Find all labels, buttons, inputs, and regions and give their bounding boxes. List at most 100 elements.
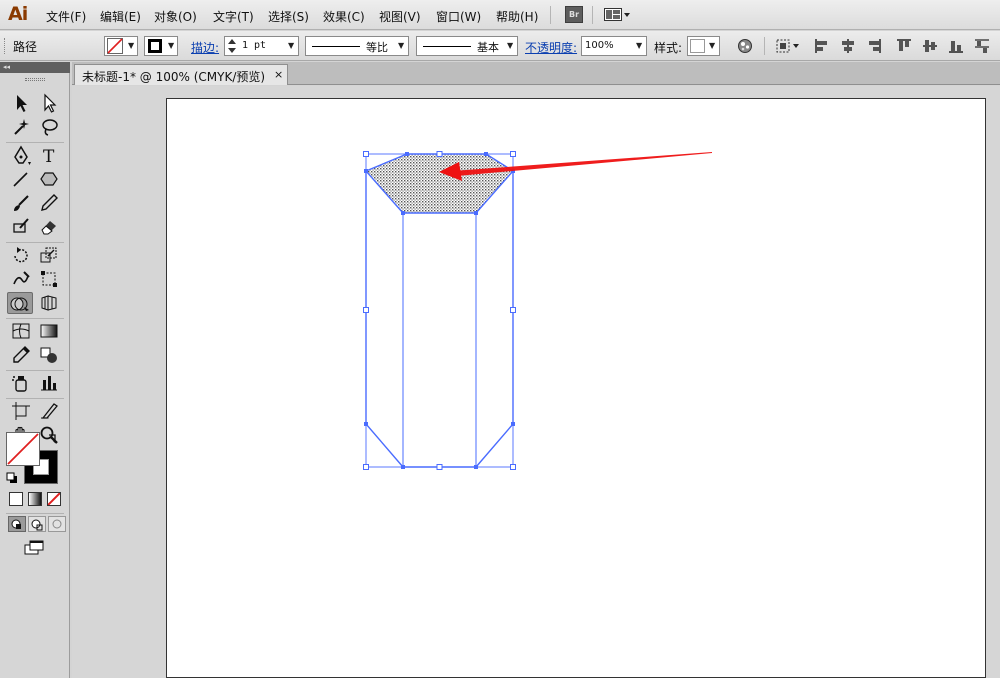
swap-fill-stroke-icon[interactable] bbox=[47, 432, 59, 444]
opacity-combo[interactable]: 100% ▼ bbox=[581, 36, 647, 56]
chevron-down-icon: ▼ bbox=[128, 41, 135, 50]
eyedropper-tool[interactable] bbox=[10, 344, 32, 366]
chevron-down-icon: ▼ bbox=[168, 41, 175, 50]
menu-effect[interactable]: 效果(C) bbox=[323, 8, 365, 25]
scale-tool[interactable] bbox=[38, 244, 60, 266]
opacity-panel-link[interactable]: 不透明度: bbox=[525, 39, 577, 56]
menu-view[interactable]: 视图(V) bbox=[379, 8, 421, 25]
stroke-panel-link[interactable]: 描边: bbox=[191, 39, 219, 56]
document-tab-title[interactable]: 未标题-1* @ 100% (CMYK/预览) bbox=[82, 68, 265, 85]
artwork[interactable] bbox=[167, 99, 985, 677]
fill-none-icon bbox=[7, 433, 39, 465]
menu-edit[interactable]: 编辑(E) bbox=[100, 8, 141, 25]
type-tool[interactable]: T bbox=[38, 144, 60, 166]
align-to-selection-icon[interactable] bbox=[775, 38, 801, 54]
stepper-icon[interactable] bbox=[226, 37, 238, 55]
fill-color-dropdown[interactable]: ▼ bbox=[104, 36, 138, 56]
stroke-weight-value[interactable]: 1 pt bbox=[242, 40, 266, 51]
paintbrush-tool[interactable] bbox=[10, 192, 32, 214]
menu-select[interactable]: 选择(S) bbox=[268, 8, 309, 25]
document-tab[interactable]: 未标题-1* @ 100% (CMYK/预览) × bbox=[74, 64, 288, 85]
line-segment-tool[interactable] bbox=[10, 168, 32, 190]
symbol-sprayer-tool[interactable] bbox=[10, 372, 32, 394]
selection-arrow-icon bbox=[17, 95, 27, 112]
align-bottom-icon[interactable] bbox=[948, 38, 964, 54]
opacity-value[interactable]: 100% bbox=[585, 40, 614, 51]
distribute-top-icon[interactable] bbox=[974, 38, 990, 54]
magic-wand-tool[interactable] bbox=[10, 116, 32, 138]
arrange-documents-icon bbox=[604, 8, 630, 21]
canvas-area[interactable] bbox=[72, 86, 1000, 678]
menu-help[interactable]: 帮助(H) bbox=[496, 8, 538, 25]
chevron-down-icon: ▼ bbox=[398, 41, 405, 50]
menu-object[interactable]: 对象(O) bbox=[154, 8, 197, 25]
direct-selection-tool[interactable] bbox=[38, 92, 60, 114]
fill-none-icon bbox=[107, 38, 123, 54]
draw-inside-icon bbox=[52, 519, 62, 529]
align-top-icon[interactable] bbox=[896, 38, 912, 54]
gradient-mode-button[interactable] bbox=[28, 492, 42, 506]
color-mode-button[interactable] bbox=[9, 492, 23, 506]
app-logo: Ai bbox=[8, 3, 28, 25]
align-vertical-center-icon[interactable] bbox=[922, 38, 938, 54]
brush-definition-dropdown[interactable]: 基本 ▼ bbox=[416, 36, 518, 56]
slice-tool[interactable] bbox=[38, 400, 60, 422]
lasso-tool[interactable] bbox=[38, 116, 60, 138]
column-graph-tool[interactable] bbox=[38, 372, 60, 394]
menu-window[interactable]: 窗口(W) bbox=[436, 8, 481, 25]
polygon-tool[interactable] bbox=[38, 168, 60, 190]
draw-behind-button[interactable] bbox=[28, 516, 46, 532]
perspective-grid-tool[interactable] bbox=[38, 292, 60, 314]
panel-grip[interactable] bbox=[4, 38, 7, 54]
document-tab-bar: 未标题-1* @ 100% (CMYK/预览) × bbox=[72, 62, 1000, 85]
align-right-icon[interactable] bbox=[866, 38, 882, 54]
tool-divider bbox=[6, 370, 64, 371]
graphic-style-dropdown[interactable]: ▼ bbox=[687, 36, 720, 56]
control-divider bbox=[764, 37, 765, 55]
blend-tool[interactable] bbox=[38, 344, 60, 366]
svg-text:T: T bbox=[43, 147, 55, 166]
menu-type[interactable]: 文字(T) bbox=[213, 8, 254, 25]
screen-mode-icon[interactable] bbox=[24, 540, 46, 556]
fill-swatch-front[interactable] bbox=[6, 432, 40, 466]
align-left-icon[interactable] bbox=[814, 38, 830, 54]
align-horizontal-center-icon[interactable] bbox=[840, 38, 856, 54]
close-icon[interactable]: × bbox=[274, 68, 283, 81]
pencil-tool[interactable] bbox=[38, 192, 60, 214]
brush-label: 基本 bbox=[477, 41, 499, 54]
selection-tool[interactable] bbox=[10, 92, 32, 114]
stroke-color-dropdown[interactable]: ▼ bbox=[144, 36, 178, 56]
width-profile-dropdown[interactable]: 等比 ▼ bbox=[305, 36, 409, 56]
free-transform-tool[interactable] bbox=[38, 268, 60, 290]
panel-grip[interactable] bbox=[25, 78, 45, 81]
scale-icon bbox=[40, 247, 57, 263]
menu-divider bbox=[550, 6, 551, 24]
gradient-icon bbox=[40, 324, 58, 338]
arrange-documents-button[interactable] bbox=[604, 8, 632, 22]
default-fill-stroke-icon[interactable] bbox=[6, 472, 18, 484]
blob-brush-tool[interactable] bbox=[10, 216, 32, 238]
hexagon-top-face[interactable] bbox=[364, 153, 515, 214]
pen-tool[interactable] bbox=[10, 144, 32, 166]
prism-outline[interactable] bbox=[365, 171, 514, 468]
bridge-button[interactable]: Br bbox=[565, 6, 583, 23]
mesh-tool[interactable] bbox=[10, 320, 32, 342]
shape-builder-icon bbox=[10, 297, 29, 311]
style-swatch bbox=[690, 39, 705, 53]
eraser-tool[interactable] bbox=[38, 216, 60, 238]
warp-tool[interactable] bbox=[10, 268, 32, 290]
draw-inside-button[interactable] bbox=[48, 516, 66, 532]
mesh-icon bbox=[12, 323, 30, 339]
artboard[interactable] bbox=[166, 98, 986, 678]
gradient-tool[interactable] bbox=[38, 320, 60, 342]
collapse-panel-button[interactable]: ◂◂ bbox=[0, 62, 70, 73]
stroke-weight-combo[interactable]: 1 pt ▼ bbox=[224, 36, 299, 56]
width-profile-label: 等比 bbox=[366, 41, 388, 54]
shape-builder-tool[interactable] bbox=[7, 292, 33, 314]
menu-file[interactable]: 文件(F) bbox=[46, 8, 86, 25]
rotate-tool[interactable] bbox=[10, 244, 32, 266]
recolor-artwork-icon[interactable] bbox=[737, 38, 753, 54]
none-mode-button[interactable] bbox=[47, 492, 61, 506]
draw-normal-button[interactable] bbox=[8, 516, 26, 532]
artboard-tool[interactable] bbox=[10, 400, 32, 422]
